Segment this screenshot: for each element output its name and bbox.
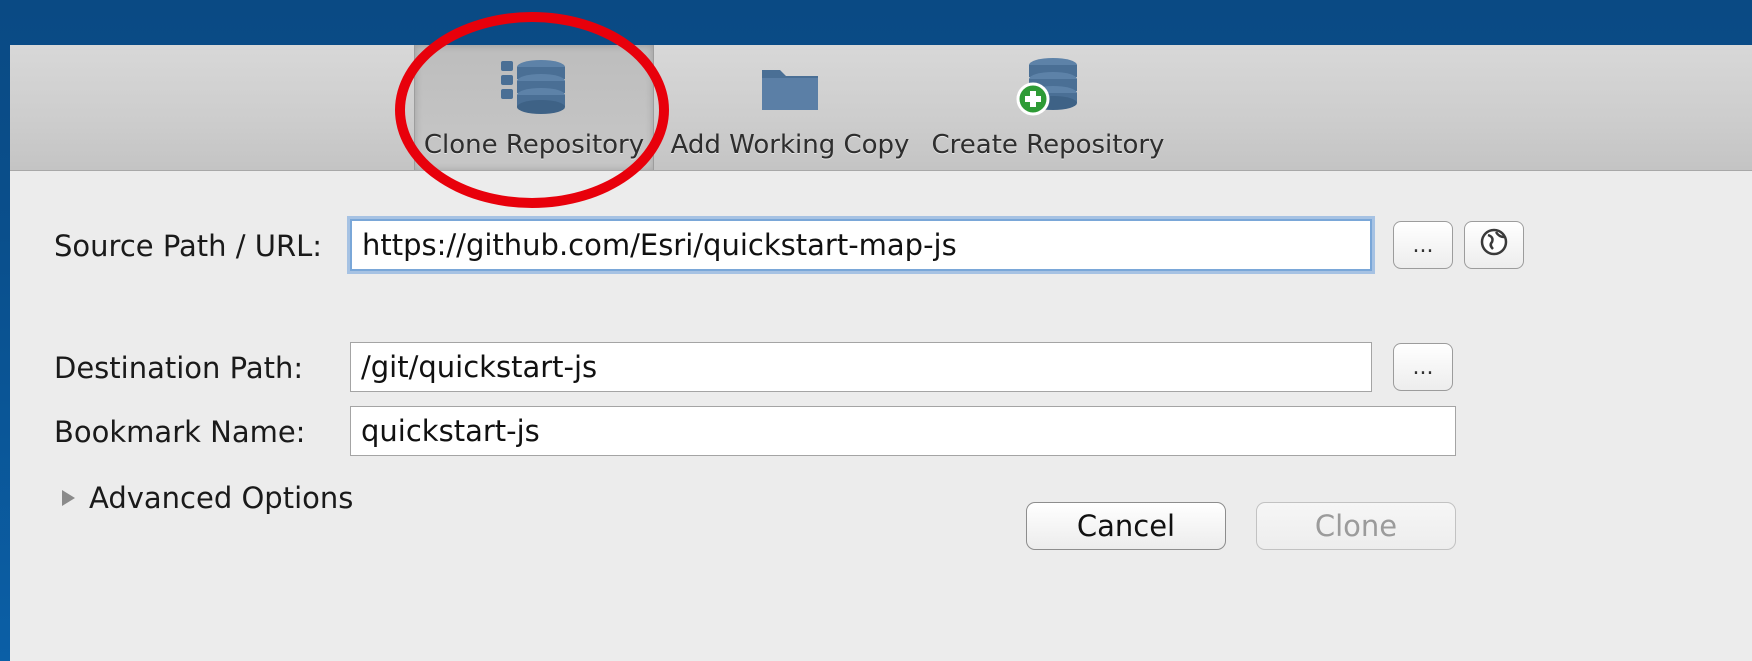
clone-dialog: Clone Repository Add Working Copy Create…	[10, 45, 1752, 661]
tab-create-repository-label: Create Repository	[931, 130, 1165, 160]
disclosure-triangle-icon	[62, 490, 75, 506]
remote-browse-button[interactable]	[1464, 221, 1524, 269]
bookmark-name-label: Bookmark Name:	[54, 415, 306, 449]
advanced-options-label: Advanced Options	[89, 481, 354, 515]
clone-button[interactable]: Clone	[1256, 502, 1456, 550]
source-path-label: Source Path / URL:	[54, 229, 323, 263]
tab-create-repository[interactable]: Create Repository	[928, 45, 1168, 170]
tab-add-working-copy-label: Add Working Copy	[670, 130, 910, 160]
globe-icon	[1479, 227, 1509, 263]
database-stack-icon	[499, 59, 569, 115]
destination-path-input[interactable]: /git/quickstart-js	[350, 342, 1372, 392]
destination-path-label: Destination Path:	[54, 351, 304, 385]
folder-icon	[758, 59, 822, 115]
source-path-input[interactable]: https://github.com/Esri/quickstart-map-j…	[350, 219, 1372, 271]
tab-clone-repository-label: Clone Repository	[423, 130, 645, 160]
advanced-options-toggle[interactable]: Advanced Options	[62, 481, 353, 515]
destination-browse-button[interactable]: ...	[1393, 343, 1453, 391]
tab-clone-repository[interactable]: Clone Repository	[414, 45, 654, 170]
database-add-icon	[1013, 58, 1083, 116]
toolbar: Clone Repository Add Working Copy Create…	[10, 45, 1752, 171]
bookmark-name-input[interactable]: quickstart-js	[350, 406, 1456, 456]
tab-add-working-copy[interactable]: Add Working Copy	[670, 45, 910, 170]
source-browse-button[interactable]: ...	[1393, 221, 1453, 269]
cancel-button[interactable]: Cancel	[1026, 502, 1226, 550]
